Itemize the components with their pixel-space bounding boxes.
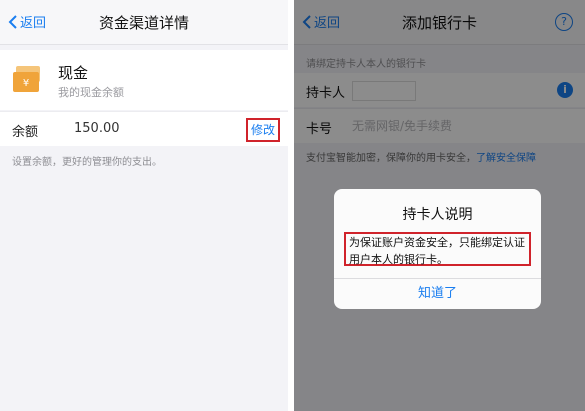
cash-wallet-icon: ¥ <box>13 66 40 92</box>
edit-balance-button[interactable]: 修改 <box>246 118 280 142</box>
channel-detail-screen: 返回 资金渠道详情 ¥ 现金 我的现金余额 余额 150.00 修改 设置余额，… <box>0 0 288 411</box>
dialog-ok-button[interactable]: 知道了 <box>334 278 541 309</box>
cardholder-info-dialog: 持卡人说明 为保证账户资金安全，只能绑定认证用户本人的银行卡。 知道了 <box>334 189 541 309</box>
add-bank-card-screen: 返回 添加银行卡 ? 请绑定持卡人本人的银行卡 持卡人 i 卡号 支付宝智能加密… <box>294 0 585 411</box>
cash-title: 现金 <box>58 64 89 82</box>
svg-text:¥: ¥ <box>23 78 29 89</box>
balance-value: 150.00 <box>74 121 120 136</box>
nav-bar: 返回 资金渠道详情 <box>0 0 288 45</box>
cash-subtitle: 我的现金余额 <box>58 86 124 99</box>
balance-row: 余额 150.00 修改 <box>0 111 288 146</box>
balance-label: 余额 <box>12 125 39 140</box>
page-title: 资金渠道详情 <box>98 14 189 32</box>
cash-account-row: ¥ 现金 我的现金余额 <box>0 50 288 110</box>
dialog-message: 为保证账户资金安全，只能绑定认证用户本人的银行卡。 <box>344 232 531 266</box>
balance-hint: 设置余额，更好的管理你的支出。 <box>12 157 162 168</box>
dialog-title: 持卡人说明 <box>402 207 473 223</box>
